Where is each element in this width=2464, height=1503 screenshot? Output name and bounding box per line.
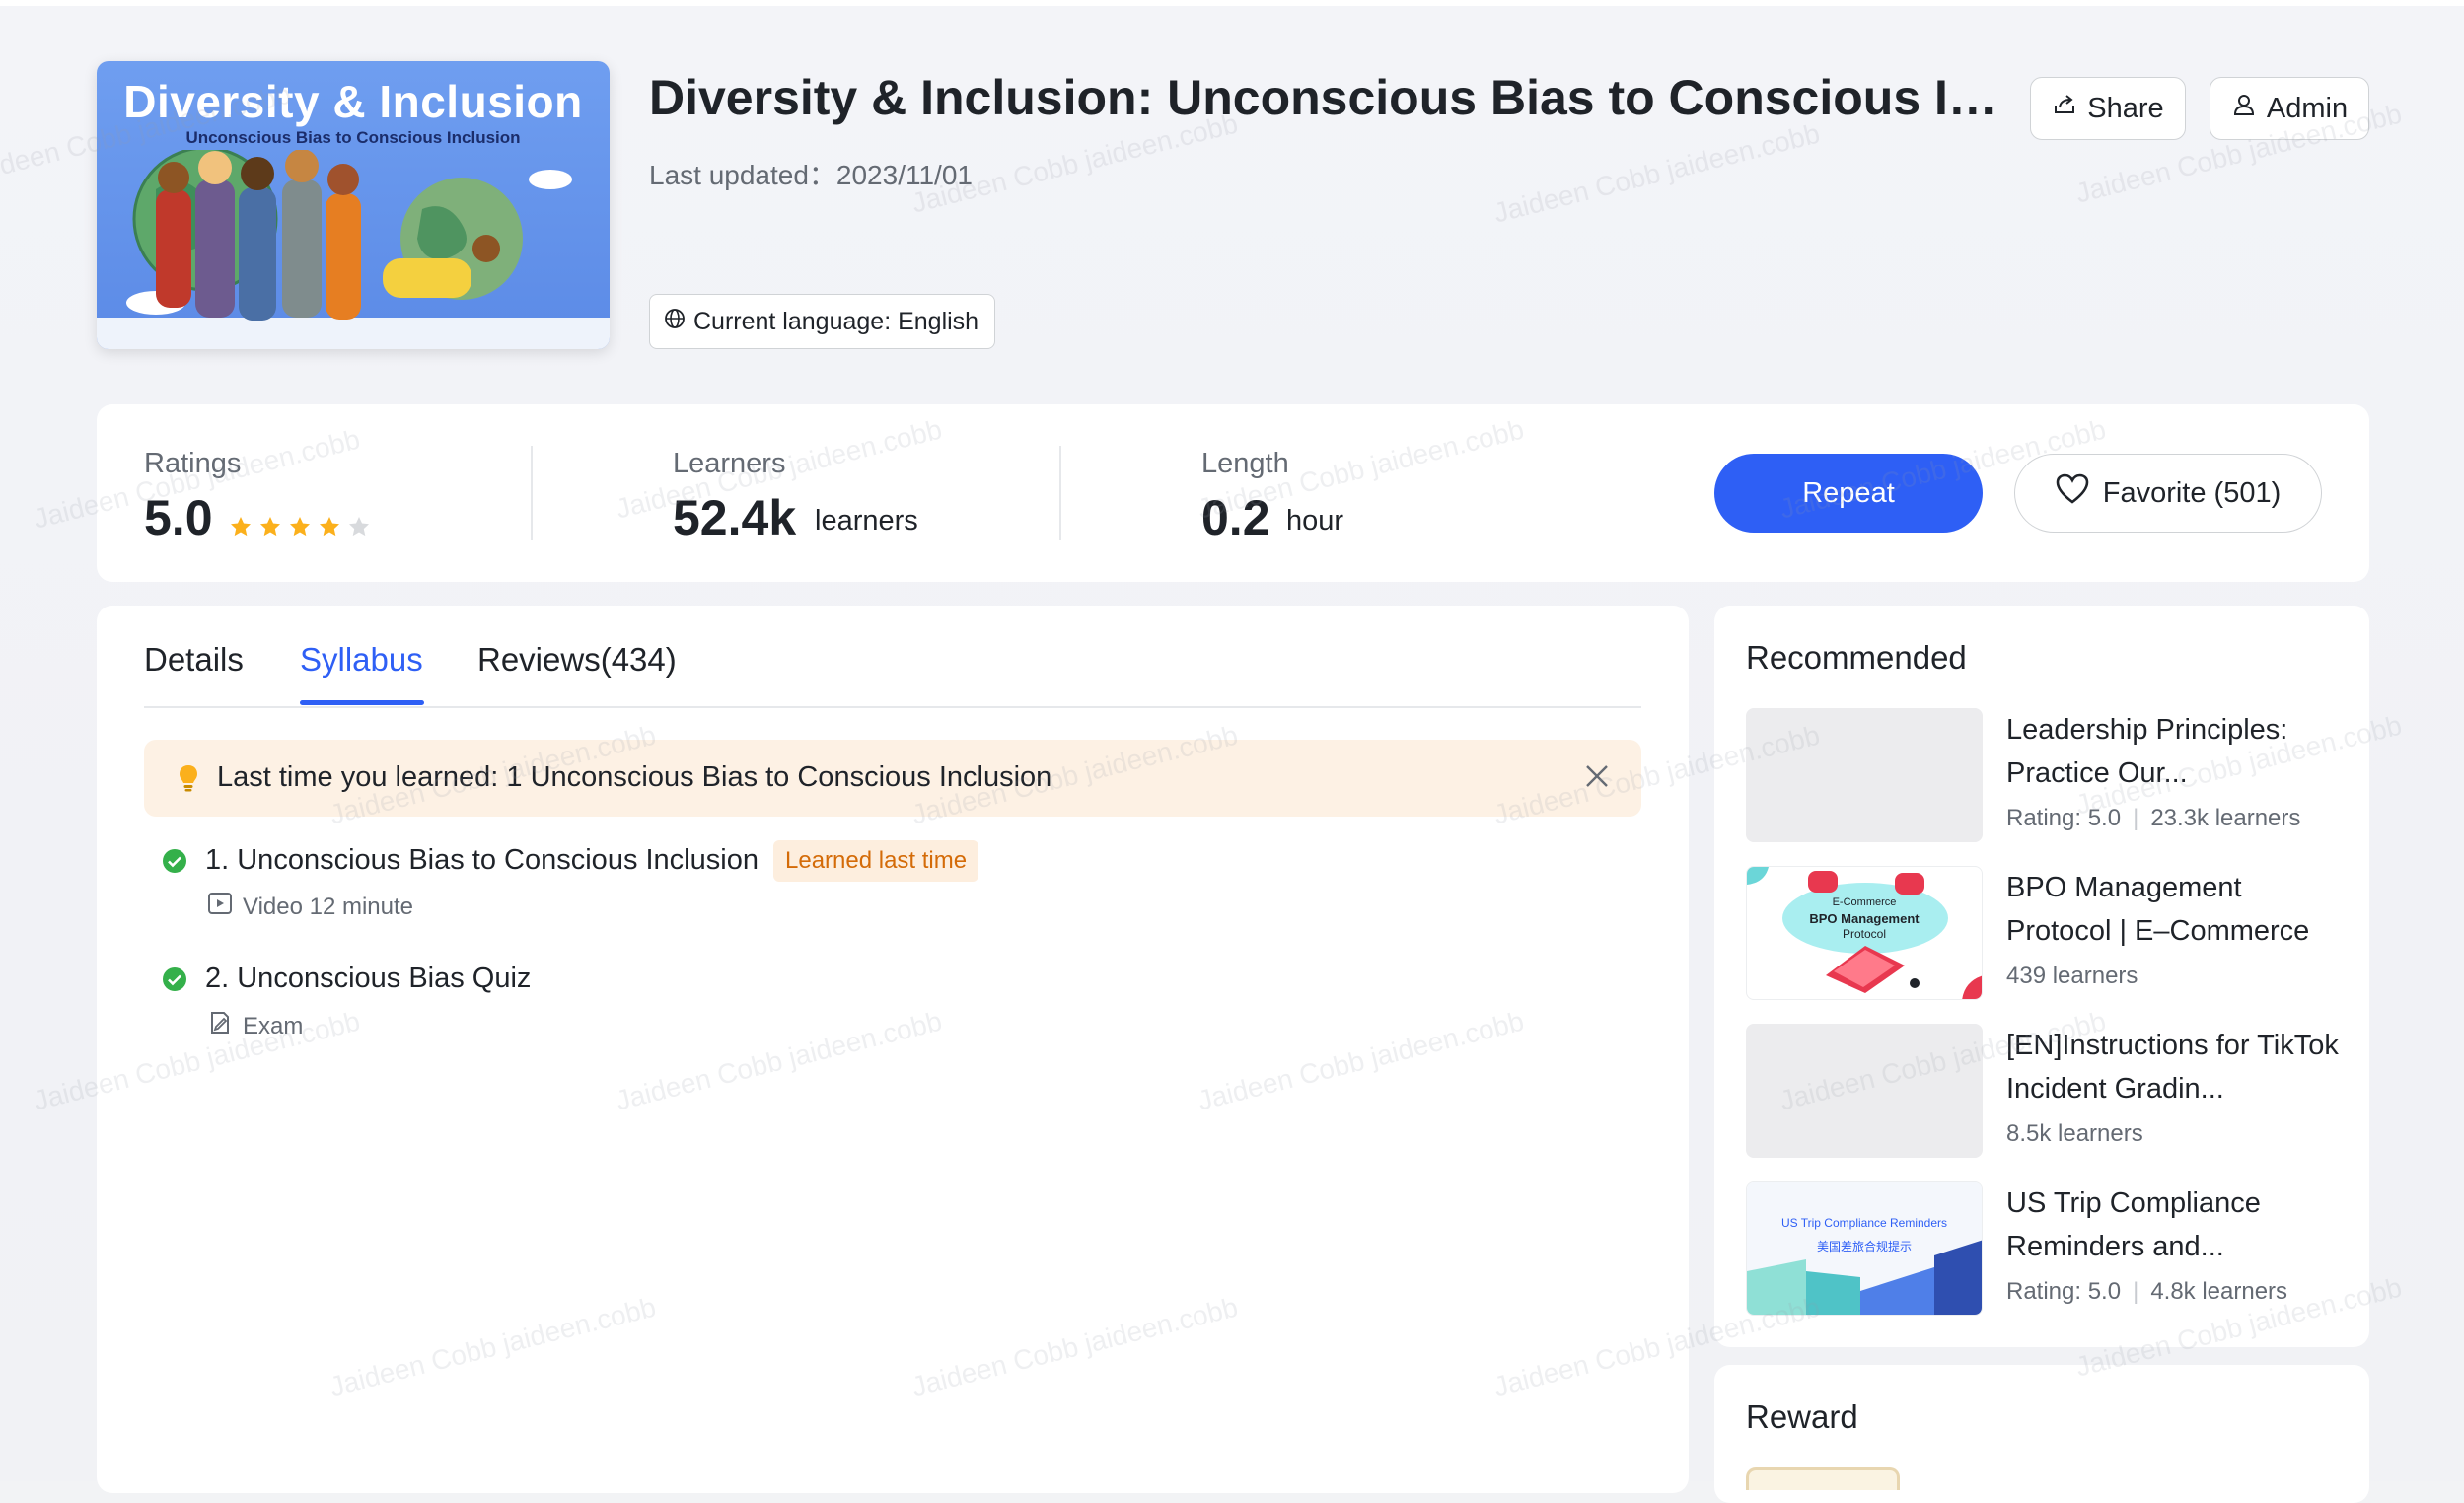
star-rating [229, 515, 371, 538]
learners-label: Learners [673, 448, 786, 479]
recommended-item[interactable]: E-Commerce BPO Management Protocol BPO M… [1746, 866, 2348, 1002]
recommended-rating: Rating: 5.0 [2006, 805, 2122, 831]
course-thumbnail: E-Commerce BPO Management Protocol [1746, 866, 1983, 1000]
user-icon [2231, 92, 2257, 125]
recommended-meta: 439 learners [2006, 963, 2138, 990]
reward-badge-image [1746, 1467, 1900, 1490]
star-empty-icon [349, 517, 369, 537]
recommended-meta: Rating: 5.0 | 23.3k learners [2006, 805, 2301, 831]
recommended-title: US Trip Compliance Reminders and... [2006, 1187, 2261, 1262]
recommended-heading: Recommended [1746, 639, 1967, 676]
globe-icon [664, 308, 686, 336]
lesson-title[interactable]: 1. Unconscious Bias to Conscious Inclusi… [205, 844, 759, 877]
course-thumbnail [1746, 1024, 1983, 1158]
cover-title: Diversity & Inclusion [123, 76, 583, 127]
video-icon [207, 892, 233, 922]
tab-divider [144, 706, 1641, 708]
thumbnail-text: Protocol [1842, 927, 1887, 941]
active-tab-indicator [300, 700, 424, 705]
course-content-card: Details Syllabus Reviews(434) Last time … [97, 606, 1689, 1493]
heart-icon [2056, 473, 2089, 513]
tab-syllabus[interactable]: Syllabus [300, 641, 423, 679]
length-value: 0.2 [1201, 490, 1270, 545]
ratings-label: Ratings [144, 448, 242, 479]
recommended-item[interactable]: Leadership Principles: Practice Our... R… [1746, 708, 2348, 844]
recommended-learners: 8.5k learners [2006, 1120, 2143, 1147]
lightbulb-icon [178, 763, 199, 798]
cover-subtitle: Unconscious Bias to Conscious Inclusion [185, 128, 521, 147]
reward-panel: Reward [1714, 1365, 2369, 1503]
lesson-title[interactable]: 2. Unconscious Bias Quiz [205, 963, 531, 995]
admin-button[interactable]: Admin [2210, 77, 2369, 140]
cover-illustration [97, 150, 610, 349]
star-icon [290, 517, 310, 537]
exam-icon [207, 1010, 233, 1042]
course-title: Diversity & Inclusion: Unconscious Bias … [649, 70, 2000, 125]
repeat-button[interactable]: Repeat [1714, 454, 1983, 533]
lesson-meta: Exam [207, 1010, 303, 1042]
lesson-meta: Video 12 minute [207, 892, 413, 922]
tab-reviews[interactable]: Reviews(434) [477, 641, 677, 679]
recommended-learners: 4.8k learners [2150, 1278, 2288, 1305]
recommended-item[interactable]: [EN]Instructions for TikTok Incident Gra… [1746, 1024, 2348, 1160]
admin-label: Admin [2266, 92, 2349, 124]
thumbnail-text: US Trip Compliance Reminders [1780, 1216, 1948, 1230]
last-updated: Last updated：2023/11/01 [649, 160, 973, 190]
stats-divider [531, 446, 533, 540]
lesson-meta-text: Video 12 minute [243, 893, 414, 920]
language-label: Current language: English [693, 307, 979, 335]
check-circle-icon [162, 848, 187, 879]
recommended-learners: 23.3k learners [2150, 805, 2301, 831]
reward-heading: Reward [1746, 1398, 1858, 1435]
learners-value: 52.4k [673, 490, 797, 545]
ratings-value: 5.0 [144, 490, 213, 545]
stats-divider [1059, 446, 1061, 540]
check-circle-icon [162, 966, 187, 997]
thumbnail-text: E-Commerce [1832, 896, 1897, 908]
resume-banner-text: Last time you learned: 1 Unconscious Bia… [217, 761, 1052, 793]
recommended-panel: Recommended Leadership Principles: Pract… [1714, 606, 2369, 1347]
learners-unit: learners [815, 505, 918, 537]
resume-banner[interactable]: Last time you learned: 1 Unconscious Bia… [144, 740, 1641, 817]
share-button[interactable]: Share [2030, 77, 2186, 140]
star-icon [260, 517, 280, 537]
tab-details[interactable]: Details [144, 641, 244, 679]
recommended-meta: Rating: 5.0 | 4.8k learners [2006, 1278, 2288, 1305]
close-icon[interactable] [1582, 761, 1612, 796]
recommended-item[interactable]: US Trip Compliance Reminders 美国差旅合规提示 US… [1746, 1181, 2348, 1318]
star-icon [231, 517, 251, 537]
thumbnail-text: BPO Management [1809, 911, 1920, 926]
thumbnail-text: 美国差旅合规提示 [1816, 1240, 1912, 1253]
recommended-title: Leadership Principles: Practice Our... [2006, 714, 2288, 789]
lesson-meta-text: Exam [243, 1012, 304, 1039]
course-thumbnail: US Trip Compliance Reminders 美国差旅合规提示 [1746, 1181, 1983, 1316]
course-thumbnail [1746, 708, 1983, 842]
recommended-title: BPO Management Protocol | E–Commerce [2006, 872, 2310, 947]
learned-last-time-badge: Learned last time [773, 840, 979, 882]
length-label: Length [1201, 448, 1289, 479]
recommended-learners: 439 learners [2006, 963, 2138, 989]
favorite-button[interactable]: Favorite (501) [2014, 454, 2322, 533]
recommended-rating: Rating: 5.0 [2006, 1278, 2122, 1305]
share-label: Share [2087, 92, 2164, 124]
share-icon [2052, 92, 2077, 125]
length-unit: hour [1286, 505, 1344, 537]
course-cover-image: Diversity & Inclusion Unconscious Bias t… [97, 61, 610, 349]
recommended-title: [EN]Instructions for TikTok Incident Gra… [2006, 1030, 2339, 1105]
recommended-meta: 8.5k learners [2006, 1120, 2143, 1148]
language-selector[interactable]: Current language: English [649, 294, 996, 349]
course-stats-card: Ratings 5.0 Learners 52.4k learners Leng… [97, 404, 2369, 582]
favorite-label: Favorite (501) [2102, 476, 2282, 509]
star-icon [320, 517, 339, 537]
